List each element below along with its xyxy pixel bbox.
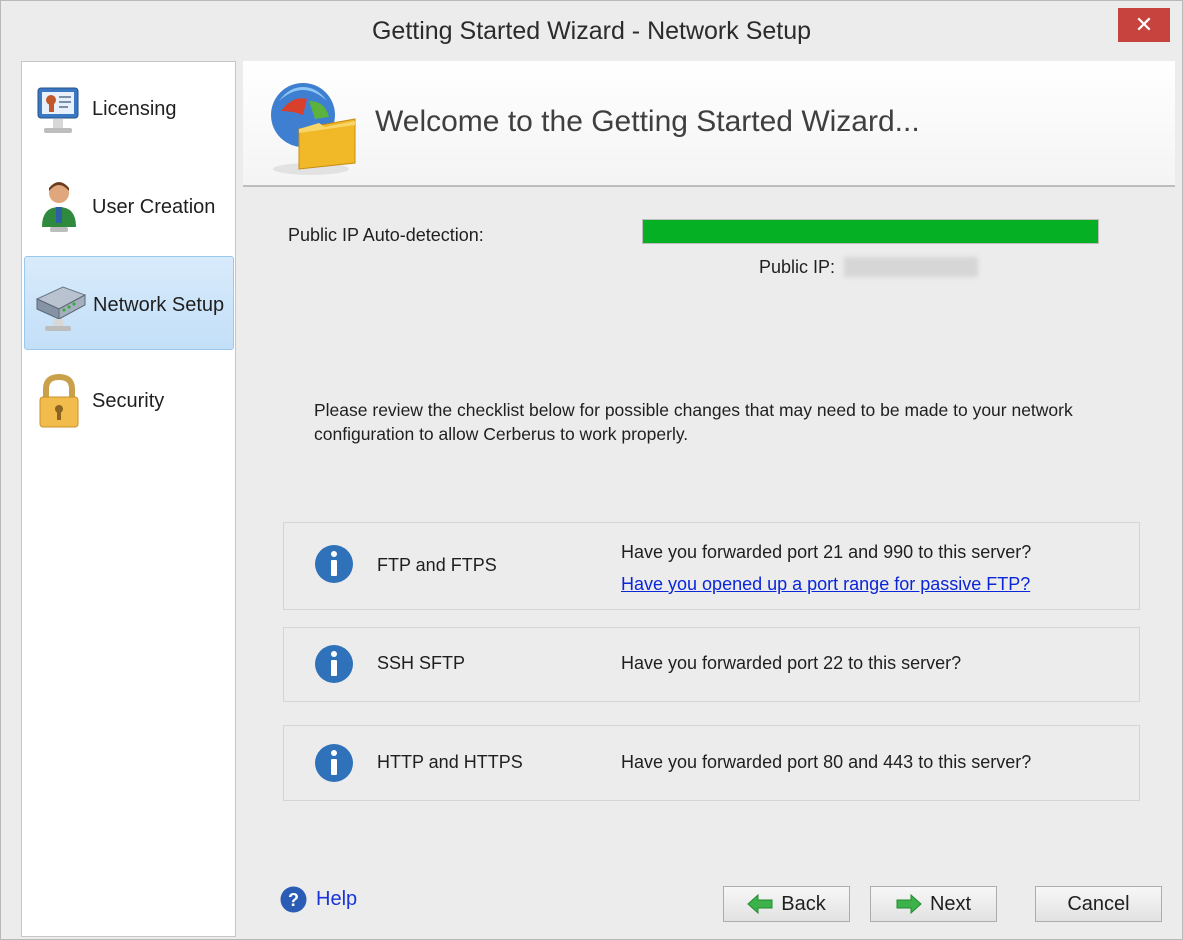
next-label: Next xyxy=(929,892,972,915)
sidebar-item-label: Security xyxy=(92,390,165,412)
help-label: Help xyxy=(316,888,358,910)
ip-detection-progress xyxy=(642,219,1099,244)
wizard-logo-icon xyxy=(271,83,356,175)
ip-detection-label: Public IP Auto-detection: xyxy=(288,225,484,245)
router-icon xyxy=(35,286,86,331)
arrow-right-icon xyxy=(896,894,922,914)
wizard-header: Welcome to the Getting Started Wizard... xyxy=(243,61,1175,187)
user-icon xyxy=(42,182,76,232)
public-ip-value xyxy=(844,257,978,277)
public-ip-label: Public IP: xyxy=(759,257,836,277)
next-button[interactable]: Next xyxy=(870,886,997,922)
window-title: Getting Started Wizard - Network Setup xyxy=(371,17,812,45)
sidebar-item-label: User Creation xyxy=(92,196,216,218)
help-icon: ? xyxy=(280,886,307,913)
checklist-item-question: Have you forwarded port 22 to this serve… xyxy=(621,653,962,673)
close-button[interactable]: ✕ xyxy=(1118,8,1170,42)
help-link[interactable]: ? Help xyxy=(280,886,357,913)
checklist-item-ftp: FTP and FTPS Have you forwarded port 21 … xyxy=(283,522,1140,610)
checklist-item-ssh: SSH SFTP Have you forwarded port 22 to t… xyxy=(283,627,1140,702)
back-button[interactable]: Back xyxy=(723,886,850,922)
lock-icon xyxy=(39,373,79,428)
checklist-item-question: Have you forwarded port 21 and 990 to th… xyxy=(621,542,1032,562)
progress-fill xyxy=(643,220,1098,243)
sidebar-item-label: Licensing xyxy=(92,98,177,120)
sidebar-item-label: Network Setup xyxy=(93,294,225,316)
cancel-label: Cancel xyxy=(1067,892,1130,915)
sidebar: Licensing User Creation Network Setup Se… xyxy=(21,61,236,937)
checklist-item-name: SSH SFTP xyxy=(377,653,466,673)
close-icon: ✕ xyxy=(1134,12,1154,37)
info-icon xyxy=(315,744,353,782)
sidebar-item-user-creation[interactable]: User Creation xyxy=(24,159,234,253)
svg-text:?: ? xyxy=(288,890,299,910)
title-bar: Getting Started Wizard - Network Setup ✕ xyxy=(1,1,1182,61)
certificate-icon xyxy=(37,87,79,133)
content-panel: Welcome to the Getting Started Wizard... xyxy=(241,61,1177,937)
info-icon xyxy=(315,545,353,583)
cancel-button[interactable]: Cancel xyxy=(1035,886,1162,922)
sidebar-item-licensing[interactable]: Licensing xyxy=(24,62,234,156)
arrow-left-icon xyxy=(747,894,773,914)
checklist-item-name: HTTP and HTTPS xyxy=(377,752,523,772)
checklist-item-name: FTP and FTPS xyxy=(377,555,497,575)
passive-ftp-link[interactable]: Have you opened up a port range for pass… xyxy=(621,574,1030,595)
back-label: Back xyxy=(781,892,826,915)
info-icon xyxy=(315,645,353,683)
sidebar-item-network-setup[interactable]: Network Setup xyxy=(24,256,234,350)
page-title: Welcome to the Getting Started Wizard... xyxy=(375,105,920,138)
checklist-item-http: HTTP and HTTPS Have you forwarded port 8… xyxy=(283,725,1140,801)
checklist-note: Please review the checklist below for po… xyxy=(314,400,1073,444)
sidebar-item-security[interactable]: Security xyxy=(24,353,234,447)
wizard-window: Getting Started Wizard - Network Setup ✕… xyxy=(0,0,1183,940)
checklist-item-question: Have you forwarded port 80 and 443 to th… xyxy=(621,752,1032,772)
